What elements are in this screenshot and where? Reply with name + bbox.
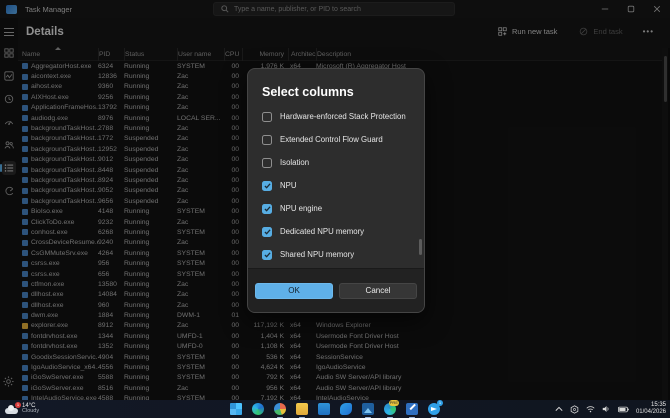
checkbox[interactable] [262,227,272,237]
weather-condition: Cloudy [22,409,39,415]
checkbox[interactable] [262,135,272,145]
column-option-npu[interactable]: NPU [262,174,424,197]
notification-badge: 1 [437,400,443,406]
battery-icon[interactable] [618,406,629,413]
weather-badge: 1 [15,402,21,408]
tray-chevron-up-icon[interactable] [555,406,563,412]
checkbox[interactable] [262,204,272,214]
tray-hexagon-icon[interactable] [570,405,579,414]
column-option-extended-control-flow-guard[interactable]: Extended Control Flow Guard [262,128,424,151]
checkbox[interactable] [262,158,272,168]
microsoft-store-icon[interactable] [318,403,330,415]
tray-time: 15:35 [636,402,666,409]
column-option-shared-npu-memory[interactable]: Shared NPU memory [262,243,424,266]
wifi-icon[interactable] [586,405,595,413]
screen: Task Manager Type a name, publisher, or … [0,0,670,418]
photos-icon[interactable] [362,403,374,415]
file-explorer-icon[interactable] [296,403,308,415]
system-tray: 15:35 01/04/2026 [555,400,666,418]
volume-icon[interactable] [602,405,611,413]
dialog-title: Select columns [262,85,424,99]
tray-clock[interactable]: 15:35 01/04/2026 [636,402,666,416]
checkbox-label: NPU engine [280,204,322,213]
checkbox-label: Extended Control Flow Guard [280,135,383,144]
checkbox-label: Isolation [280,158,309,167]
start-icon[interactable] [230,403,242,415]
edge-dev-icon[interactable]: PRE [384,403,396,415]
outlook-icon[interactable] [340,403,352,415]
cancel-button[interactable]: Cancel [339,283,417,299]
column-option-npu-engine[interactable]: NPU engine [262,197,424,220]
select-columns-dialog: Select columns Hardware-enforced Stack P… [247,68,425,313]
edge-icon[interactable] [252,403,264,415]
cloud-icon: 1 [5,405,18,414]
checkbox[interactable] [262,181,272,191]
pen-app-icon[interactable] [406,403,418,415]
notification-badge: PRE [389,400,399,406]
checkbox[interactable] [262,250,272,260]
dialog-footer: OK Cancel [248,268,424,312]
column-option-isolation[interactable]: Isolation [262,151,424,174]
telegram-icon[interactable]: 1 [428,403,440,415]
weather-widget[interactable]: 1 14°C Cloudy [5,403,39,415]
checkbox-label: Hardware-enforced Stack Protection [280,112,406,121]
checkbox-label: NPU [280,181,296,190]
checkbox-label: Shared NPU memory [280,250,354,259]
ok-button[interactable]: OK [255,283,333,299]
checkbox[interactable] [262,112,272,122]
taskbar: 1 14°C Cloudy PRE 1 15:35 01/04/2026 [0,400,670,418]
column-option-dedicated-npu-memory[interactable]: Dedicated NPU memory [262,220,424,243]
task-manager-icon[interactable] [274,403,286,415]
column-option-hardware-enforced-stack-protection[interactable]: Hardware-enforced Stack Protection [262,105,424,128]
tray-date: 01/04/2026 [636,409,666,416]
checkbox-label: Dedicated NPU memory [280,227,364,236]
dialog-scrollbar-thumb[interactable] [419,239,422,255]
